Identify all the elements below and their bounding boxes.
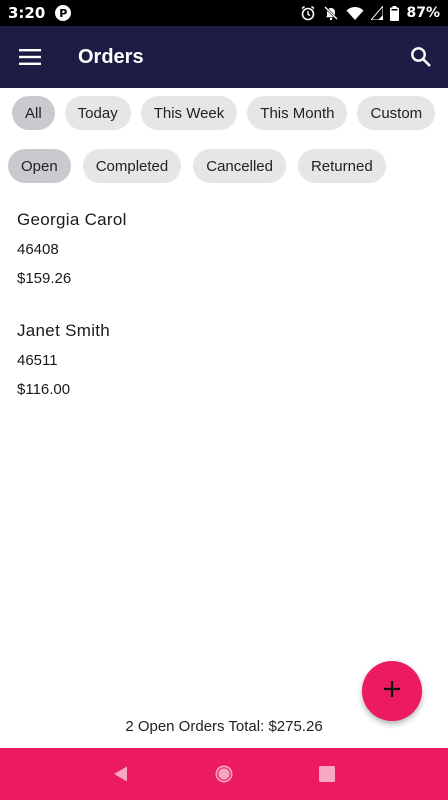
home-icon[interactable] (204, 754, 244, 794)
status-time: 3:20 (8, 4, 46, 22)
list-item[interactable]: Georgia Carol 46408 $159.26 (0, 200, 448, 311)
order-number: 46408 (17, 241, 59, 258)
signal-icon (371, 6, 384, 20)
chip-this-month[interactable]: This Month (247, 96, 348, 130)
page-title: Orders (78, 45, 144, 68)
order-customer-name: Georgia Carol (17, 210, 127, 229)
wifi-icon (346, 6, 364, 21)
date-filter-chips: All Today This Week This Month Custom (12, 96, 436, 130)
orders-summary: 2 Open Orders Total: $275.26 (125, 718, 323, 735)
back-icon[interactable] (101, 754, 141, 794)
system-nav-bar (0, 748, 448, 800)
status-filter-chips: Open Completed Cancelled Returned (8, 149, 386, 183)
notification-app-icon: P (55, 5, 72, 21)
chip-this-week[interactable]: This Week (140, 96, 238, 130)
chip-returned[interactable]: Returned (297, 149, 386, 183)
app-bar: Orders (0, 26, 448, 88)
plus-icon (383, 680, 401, 702)
alarm-icon (300, 5, 316, 21)
chip-completed[interactable]: Completed (82, 149, 182, 183)
chip-cancelled[interactable]: Cancelled (193, 149, 286, 183)
battery-percentage: 87% (406, 5, 440, 21)
list-item[interactable]: Janet Smith 46511 $116.00 (0, 311, 448, 422)
order-list: Georgia Carol 46408 $159.26 Janet Smith … (0, 200, 448, 422)
order-customer-name: Janet Smith (17, 321, 111, 340)
do-not-disturb-icon (323, 5, 339, 21)
chip-all[interactable]: All (12, 96, 55, 130)
status-bar: 3:20 P 87% (0, 0, 448, 26)
order-number: 46511 (17, 352, 58, 369)
battery-icon (390, 5, 400, 21)
order-total: $116.00 (17, 381, 71, 398)
chip-today[interactable]: Today (64, 96, 131, 130)
status-right: 87% (300, 5, 440, 21)
status-left: 3:20 P (8, 4, 72, 22)
chip-open[interactable]: Open (8, 149, 71, 183)
recents-icon[interactable] (307, 754, 347, 794)
chip-custom[interactable]: Custom (357, 96, 436, 130)
hamburger-menu-icon[interactable] (0, 26, 60, 88)
order-total: $159.26 (17, 270, 72, 287)
search-icon[interactable] (406, 42, 436, 72)
add-order-button[interactable] (362, 661, 422, 721)
